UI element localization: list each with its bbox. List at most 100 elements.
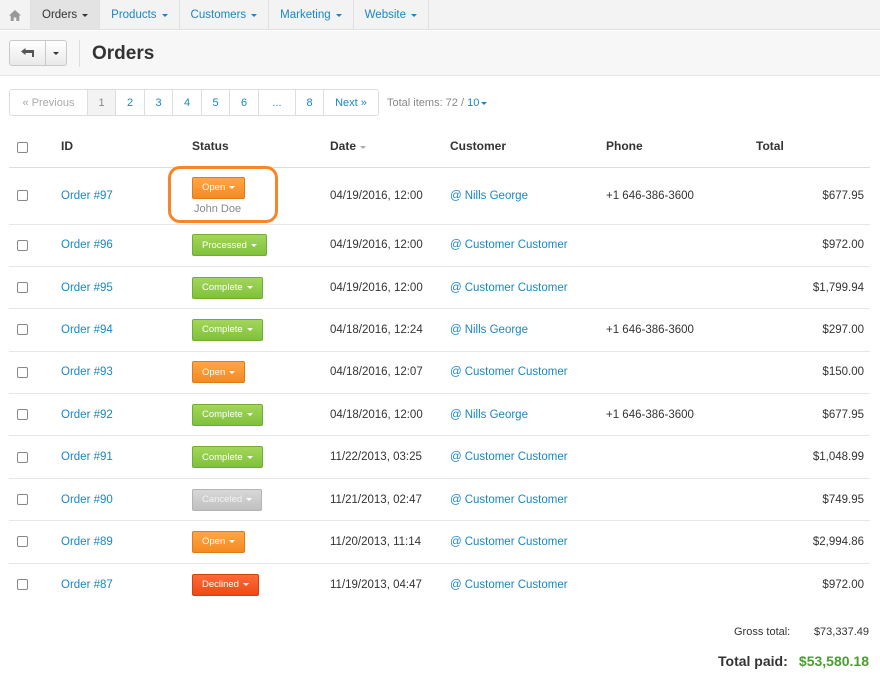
customer-link[interactable]: @ Customer Customer <box>450 239 568 251</box>
nav-orders[interactable]: Orders <box>31 0 101 30</box>
nav-marketing-label: Marketing <box>280 9 331 21</box>
at-icon: @ <box>450 366 462 379</box>
column-header-customer[interactable]: Customer <box>450 126 606 168</box>
table-row[interactable]: Order #97 Open John Doe 04/19/2016, 12:00 @ N… <box>9 167 870 225</box>
pagination-page-5[interactable]: 5 <box>202 90 230 115</box>
status-label: Complete <box>202 451 243 463</box>
status-dropdown-button[interactable]: Complete <box>192 276 263 299</box>
order-id-link[interactable]: Order #95 <box>61 282 113 294</box>
status-dropdown-button[interactable]: Complete <box>192 318 263 341</box>
row-checkbox[interactable] <box>17 451 28 463</box>
status-dropdown-button[interactable]: Declined <box>192 573 259 596</box>
table-row[interactable]: Order #94 Complete 04/18/2016, 12:24 @ Nills… <box>9 308 870 352</box>
table-row[interactable]: Order #95 Complete 04/19/2016, 12:00 @ Custo… <box>9 266 870 310</box>
table-row[interactable]: Order #91 Complete 11/22/2013, 03:25 @ Custo… <box>9 435 870 479</box>
status-label: Open <box>202 536 226 548</box>
row-checkbox[interactable] <box>17 536 28 548</box>
table-row[interactable]: Order #93 Open 04/18/2016, 12:07 @ Customer … <box>9 351 870 395</box>
back-dropdown-button[interactable] <box>46 40 67 66</box>
table-row[interactable]: Order #89 Open 11/20/2013, 11:14 @ Customer … <box>9 520 870 564</box>
pagination-ellipsis[interactable]: ... <box>259 90 296 115</box>
order-id-cell: Order #92 <box>61 393 192 437</box>
status-dropdown-button[interactable]: Open <box>192 361 246 384</box>
customer-link[interactable]: @ Nills George <box>450 409 528 421</box>
date-cell: 11/22/2013, 03:25 <box>330 435 450 479</box>
customer-cell: @ Customer Customer <box>450 563 606 605</box>
gross-total-label: Gross total: <box>734 626 791 638</box>
order-id-link[interactable]: Order #94 <box>61 324 113 336</box>
status-label: Complete <box>202 282 243 294</box>
customer-link[interactable]: @ Customer Customer <box>450 282 568 294</box>
order-id-link[interactable]: Order #92 <box>61 409 113 421</box>
table-row[interactable]: Order #96 Processed 04/19/2016, 12:00 @ Cust… <box>9 224 870 267</box>
row-checkbox[interactable] <box>17 324 28 336</box>
phone-cell <box>606 478 756 522</box>
order-id-link[interactable]: Order #93 <box>61 366 113 378</box>
row-checkbox[interactable] <box>17 366 28 378</box>
nav-customers[interactable]: Customers <box>180 0 270 30</box>
status-dropdown-button[interactable]: Processed <box>192 234 267 257</box>
row-checkbox[interactable] <box>17 579 28 591</box>
pagination-page-1[interactable]: 1 <box>88 90 116 115</box>
status-cell: Open <box>192 520 330 564</box>
back-arrow-icon <box>20 48 34 57</box>
status-dropdown-button[interactable]: Open <box>192 530 246 553</box>
customer-name: Nills George <box>464 323 528 336</box>
nav-products[interactable]: Products <box>100 0 180 30</box>
column-header-status[interactable]: Status <box>192 126 330 168</box>
table-header-row: ID Status Date Customer Phone Total <box>9 126 870 168</box>
pagination-next[interactable]: Next » <box>324 90 378 115</box>
customer-link[interactable]: @ Customer Customer <box>450 451 568 463</box>
at-icon: @ <box>450 323 462 336</box>
order-id-link[interactable]: Order #91 <box>61 451 113 463</box>
order-id-link[interactable]: Order #96 <box>61 239 113 251</box>
select-all-checkbox[interactable] <box>17 141 28 153</box>
row-checkbox[interactable] <box>17 409 28 421</box>
total-cell: $1,048.99 <box>756 435 870 479</box>
customer-name: Nills George <box>464 189 528 202</box>
order-id-link[interactable]: Order #89 <box>61 536 113 548</box>
status-dropdown-button[interactable]: Open <box>192 176 246 199</box>
order-id-link[interactable]: Order #97 <box>61 190 113 202</box>
order-id-link[interactable]: Order #90 <box>61 494 113 506</box>
row-checkbox[interactable] <box>17 282 28 294</box>
column-header-id[interactable]: ID <box>61 126 192 168</box>
pagination-previous[interactable]: « Previous <box>10 90 88 115</box>
status-dropdown-button[interactable]: Canceled <box>192 488 263 511</box>
table-row[interactable]: Order #87 Declined 11/19/2013, 04:47 @ Custo… <box>9 563 870 605</box>
back-button[interactable] <box>9 40 46 66</box>
total-cell: $972.00 <box>756 224 870 267</box>
nav-website[interactable]: Website <box>354 0 429 30</box>
home-icon[interactable] <box>0 0 31 30</box>
customer-link[interactable]: @ Customer Customer <box>450 494 568 506</box>
column-header-total[interactable]: Total <box>756 126 870 168</box>
customer-link[interactable]: @ Customer Customer <box>450 536 568 548</box>
row-checkbox[interactable] <box>17 239 28 251</box>
pagination-page-4[interactable]: 4 <box>173 90 202 115</box>
status-cell: Declined <box>192 563 330 605</box>
customer-link[interactable]: @ Nills George <box>450 190 528 202</box>
phone-cell: +1 646-386-3600 <box>606 308 756 352</box>
chevron-down-icon <box>229 370 236 374</box>
customer-link[interactable]: @ Customer Customer <box>450 366 568 378</box>
nav-products-label: Products <box>111 9 157 21</box>
pagination-page-2[interactable]: 2 <box>116 90 145 115</box>
customer-link[interactable]: @ Customer Customer <box>450 579 568 591</box>
nav-marketing[interactable]: Marketing <box>269 0 354 30</box>
status-dropdown-button[interactable]: Complete <box>192 446 263 469</box>
pagination-page-6[interactable]: 6 <box>230 90 259 115</box>
column-header-phone[interactable]: Phone <box>606 126 756 168</box>
row-checkbox[interactable] <box>17 494 28 505</box>
table-row[interactable]: Order #92 Complete 04/18/2016, 12:00 @ Nills… <box>9 393 870 437</box>
status-cell: Open John Doe <box>192 167 330 225</box>
row-checkbox[interactable] <box>17 189 28 201</box>
column-header-date[interactable]: Date <box>330 126 450 168</box>
pagination-page-3[interactable]: 3 <box>145 90 173 115</box>
table-row[interactable]: Order #90 Canceled 11/21/2013, 02:47 @ Custo… <box>9 478 870 522</box>
per-page-select[interactable]: 10 <box>467 97 488 109</box>
pagination: « Previous 1 2 3 4 5 6 ... 8 Next » <box>9 89 379 116</box>
pagination-page-8[interactable]: 8 <box>296 90 324 115</box>
status-dropdown-button[interactable]: Complete <box>192 403 263 426</box>
customer-link[interactable]: @ Nills George <box>450 324 528 336</box>
order-id-link[interactable]: Order #87 <box>61 579 113 591</box>
